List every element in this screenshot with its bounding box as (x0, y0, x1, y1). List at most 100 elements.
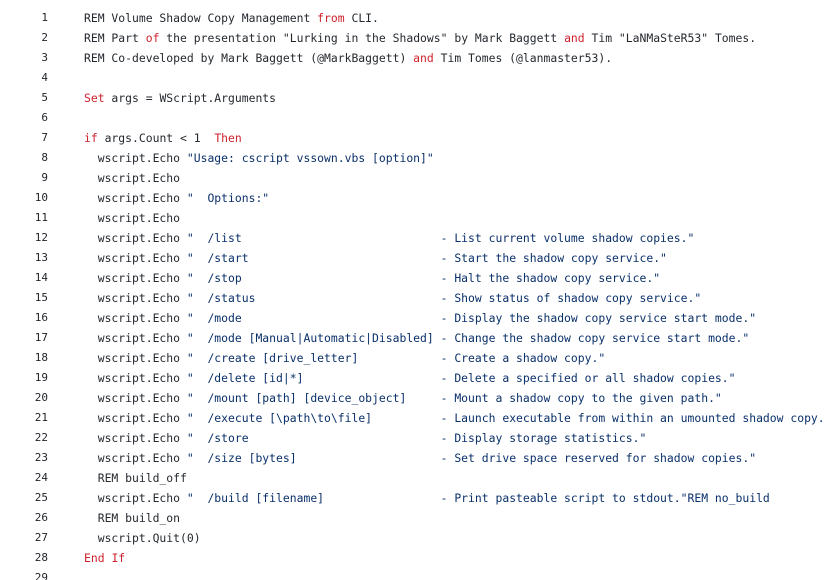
keyword-token: and (564, 31, 585, 45)
code-line: 17 wscript.Echo " /mode [Manual|Automati… (0, 328, 824, 348)
line-number[interactable]: 14 (0, 268, 48, 288)
keyword-token: Then (214, 131, 242, 145)
keyword-token: End (84, 551, 105, 565)
string-token: " /status - Show status of shadow copy s… (186, 291, 702, 305)
code-line: 20 wscript.Echo " /mount [path] [device_… (0, 388, 824, 408)
code-line: 25 wscript.Echo " /build [filename] - Pr… (0, 488, 824, 508)
string-token: " /mode - Display the shadow copy servic… (186, 311, 757, 325)
line-number[interactable]: 18 (0, 348, 48, 368)
code-line: 2 REM Part of the presentation "Lurking i… (0, 28, 824, 48)
string-token: " Options:" (186, 191, 270, 205)
line-number[interactable]: 19 (0, 368, 48, 388)
code-token: wscript.Echo (84, 251, 187, 265)
line-number[interactable]: 8 (0, 148, 48, 168)
code-token: wscript.Echo (84, 271, 187, 285)
code-token: REM Co-developed by Mark Baggett (@MarkB… (84, 51, 414, 65)
line-number[interactable]: 5 (0, 88, 48, 108)
keyword-token: if (84, 131, 98, 145)
code-token: REM build_on (84, 511, 181, 525)
code-text: wscript.Echo " /status - Show status of … (84, 288, 702, 308)
line-number[interactable]: 22 (0, 428, 48, 448)
code-line: 21 wscript.Echo " /execute [\path\to\fil… (0, 408, 824, 428)
code-token: CLI. (344, 11, 379, 25)
code-token: wscript.Echo (84, 231, 187, 245)
line-number[interactable]: 21 (0, 408, 48, 428)
line-number[interactable]: 26 (0, 508, 48, 528)
line-number[interactable]: 3 (0, 48, 48, 68)
code-text: wscript.Echo " /build [filename] - Print… (84, 488, 770, 508)
code-token: wscript.Echo (84, 371, 187, 385)
line-number[interactable]: 25 (0, 488, 48, 508)
line-number[interactable]: 2 (0, 28, 48, 48)
code-line: 10 wscript.Echo " Options:" (0, 188, 824, 208)
code-lines: 1 REM Volume Shadow Copy Management from … (0, 8, 824, 580)
line-number[interactable]: 23 (0, 448, 48, 468)
string-token: " /execute [\path\to\file] - Launch exec… (186, 411, 824, 425)
code-line: 7 if args.Count < 1 Then (0, 128, 824, 148)
string-token: " /stop - Halt the shadow copy service." (186, 271, 661, 285)
code-text: wscript.Echo " /store - Display storage … (84, 428, 647, 448)
code-line: 4 (0, 68, 824, 88)
code-line: 27 wscript.Quit(0) (0, 528, 824, 548)
line-number[interactable]: 10 (0, 188, 48, 208)
code-line: 26 REM build_on (0, 508, 824, 528)
keyword-token: Set (84, 91, 105, 105)
code-text: Set args = WScript.Arguments (84, 88, 276, 108)
line-number[interactable]: 11 (0, 208, 48, 228)
code-line: 1 REM Volume Shadow Copy Management from … (0, 8, 824, 28)
code-token: wscript.Echo (84, 331, 187, 345)
string-token: " /size [bytes] - Set drive space reserv… (186, 451, 757, 465)
code-line: 29 (0, 568, 824, 580)
keyword-token: and (413, 51, 434, 65)
code-token: wscript.Echo (84, 391, 187, 405)
line-number[interactable]: 15 (0, 288, 48, 308)
string-token: " /mode [Manual|Automatic|Disabled] - Ch… (186, 331, 750, 345)
line-number[interactable]: 17 (0, 328, 48, 348)
code-text: wscript.Echo "Usage: cscript vssown.vbs … (84, 148, 434, 168)
code-token: wscript.Echo (84, 411, 187, 425)
code-line: 15 wscript.Echo " /status - Show status … (0, 288, 824, 308)
line-number[interactable]: 7 (0, 128, 48, 148)
code-text: wscript.Echo " /start - Start the shadow… (84, 248, 667, 268)
line-number[interactable]: 6 (0, 108, 48, 128)
code-token: REM build_off (84, 471, 187, 485)
string-token: " /mount [path] [device_object] - Mount … (186, 391, 722, 405)
keyword-token: If (111, 551, 126, 565)
string-token: "Usage: cscript vssown.vbs [option]" (186, 151, 434, 165)
line-number[interactable]: 28 (0, 548, 48, 568)
string-token: " /create [drive_letter] - Create a shad… (186, 351, 606, 365)
code-line: 9 wscript.Echo (0, 168, 824, 188)
code-text: wscript.Echo " /create [drive_letter] - … (84, 348, 606, 368)
code-text: wscript.Echo (84, 208, 180, 228)
line-number[interactable]: 13 (0, 248, 48, 268)
code-line: 13 wscript.Echo " /start - Start the sha… (0, 248, 824, 268)
code-line: 18 wscript.Echo " /create [drive_letter]… (0, 348, 824, 368)
line-number[interactable]: 27 (0, 528, 48, 548)
line-number[interactable]: 24 (0, 468, 48, 488)
code-token: wscript.Echo (84, 211, 181, 225)
code-token: the presentation "Lurking in the Shadows… (159, 31, 565, 45)
code-text: REM Volume Shadow Copy Management from C… (84, 8, 379, 28)
code-line: 14 wscript.Echo " /stop - Halt the shado… (0, 268, 824, 288)
code-token: wscript.Echo (84, 431, 187, 445)
code-text: REM build_on (84, 508, 180, 528)
code-text: wscript.Quit(0) (84, 528, 201, 548)
line-number[interactable]: 1 (0, 8, 48, 28)
line-number[interactable]: 9 (0, 168, 48, 188)
code-line: 12 wscript.Echo " /list - List current v… (0, 228, 824, 248)
line-number[interactable]: 12 (0, 228, 48, 248)
line-number[interactable]: 20 (0, 388, 48, 408)
code-token: wscript.Echo (84, 311, 187, 325)
line-number[interactable]: 16 (0, 308, 48, 328)
string-token: " /start - Start the shadow copy service… (186, 251, 667, 265)
code-token: REM Volume Shadow Copy Management (84, 11, 318, 25)
code-line: 28 End If (0, 548, 824, 568)
keyword-token: from (317, 11, 345, 25)
string-token: " /list - List current volume shadow cop… (186, 231, 695, 245)
line-number[interactable]: 4 (0, 68, 48, 88)
code-text: wscript.Echo (84, 168, 180, 188)
string-token: " /store - Display storage statistics." (186, 431, 647, 445)
keyword-token: of (145, 31, 160, 45)
line-number[interactable]: 29 (0, 568, 48, 580)
code-line: 8 wscript.Echo "Usage: cscript vssown.vb… (0, 148, 824, 168)
